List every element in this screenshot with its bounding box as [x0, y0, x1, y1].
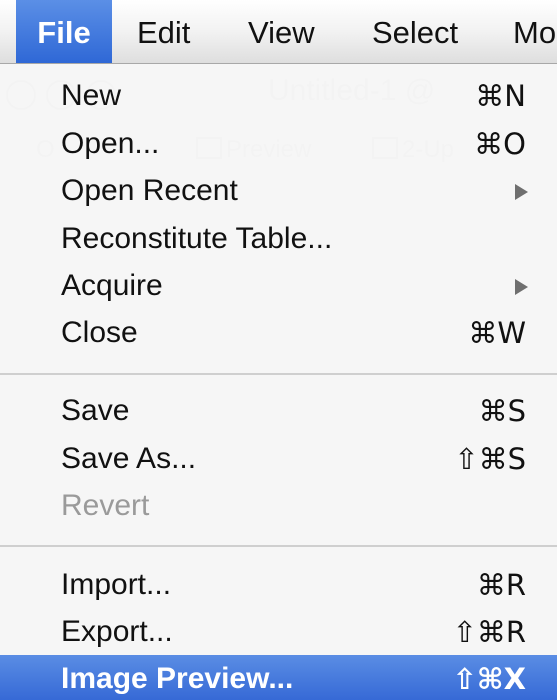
menu-item-shortcut: ⌘W — [468, 316, 526, 350]
menu-item-revert: Revert — [0, 482, 557, 530]
menu-item-label: Save — [61, 394, 130, 427]
menu-modify-truncated[interactable]: Mo — [513, 0, 556, 63]
menu-item-close[interactable]: Close ⌘W — [0, 309, 557, 357]
submenu-arrow-icon — [515, 184, 528, 200]
menu-item-label: Open Recent — [61, 174, 238, 207]
menu-item-label: New — [61, 79, 122, 112]
menu-item-open-recent[interactable]: Open Recent — [0, 167, 557, 215]
menu-item-shortcut: ⇧⌘X — [452, 662, 526, 696]
menu-item-new[interactable]: New ⌘N — [0, 72, 557, 120]
menu-item-shortcut: ⇧⌘S — [454, 442, 526, 476]
menu-separator — [0, 545, 557, 547]
menu-item-label: Acquire — [61, 269, 163, 302]
screen: File Edit View Select Mo Untitled-1 @ O … — [0, 0, 557, 700]
menu-item-shortcut: ⌘N — [475, 79, 526, 113]
menu-item-label: Revert — [61, 489, 150, 522]
menu-item-acquire[interactable]: Acquire — [0, 262, 557, 310]
menu-item-label: Export... — [61, 615, 173, 648]
menu-bar: File Edit View Select Mo — [0, 0, 557, 64]
menu-item-import[interactable]: Import... ⌘R — [0, 561, 557, 609]
submenu-arrow-icon — [515, 279, 528, 295]
menu-item-save-as[interactable]: Save As... ⇧⌘S — [0, 435, 557, 483]
menu-item-label: Reconstitute Table... — [61, 222, 333, 255]
menu-item-label: Image Preview... — [61, 662, 294, 695]
menu-item-shortcut: ⇧⌘R — [452, 615, 526, 649]
menu-item-shortcut: ⌘S — [478, 394, 526, 428]
menu-item-save[interactable]: Save ⌘S — [0, 387, 557, 435]
menu-select[interactable]: Select — [372, 0, 458, 63]
menu-item-image-preview[interactable]: Image Preview... ⇧⌘X — [0, 655, 557, 700]
menu-item-shortcut: ⌘O — [474, 127, 526, 161]
menu-separator — [0, 373, 557, 375]
file-menu-dropdown: New ⌘N Open... ⌘O Open Recent Reconstitu… — [0, 64, 557, 700]
menu-item-label: Save As... — [61, 442, 197, 475]
menu-item-shortcut: ⌘R — [476, 568, 526, 602]
menu-view[interactable]: View — [248, 0, 315, 63]
menu-item-label: Close — [61, 316, 138, 349]
menu-item-reconstitute-table[interactable]: Reconstitute Table... — [0, 215, 557, 263]
menu-item-export[interactable]: Export... ⇧⌘R — [0, 608, 557, 656]
menu-item-label: Import... — [61, 568, 172, 601]
menu-item-open[interactable]: Open... ⌘O — [0, 120, 557, 168]
menu-item-label: Open... — [61, 127, 160, 160]
menu-edit[interactable]: Edit — [137, 0, 190, 63]
menu-file[interactable]: File — [16, 0, 112, 63]
